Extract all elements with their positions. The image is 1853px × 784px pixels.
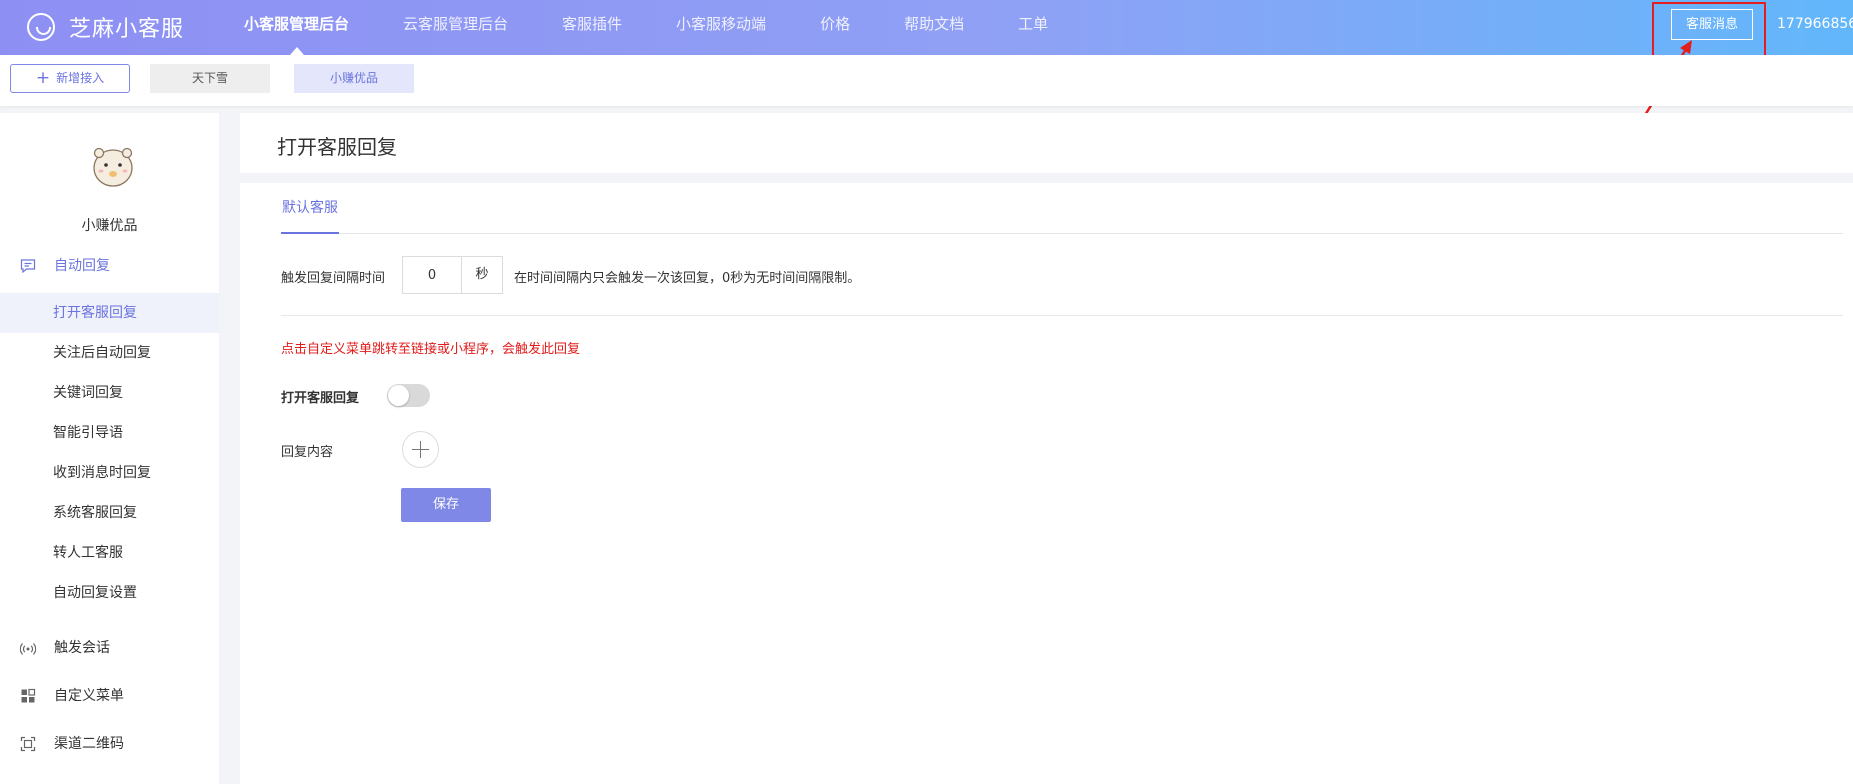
account-tab-tianxiaxue[interactable]: 天下雪: [150, 64, 270, 93]
qrcode-scan-icon: [20, 736, 36, 752]
sidebar-item-follow-reply[interactable]: 关注后自动回复: [0, 333, 219, 373]
chat-icon: [20, 259, 36, 274]
sidebar-item-message-reply[interactable]: 收到消息时回复: [0, 453, 219, 493]
hamster-avatar-icon: [93, 147, 133, 187]
page-header: 打开客服回复: [240, 113, 1853, 173]
page-title: 打开客服回复: [277, 135, 397, 159]
sidebar-item-reply-settings[interactable]: 自动回复设置: [0, 573, 219, 613]
warning-text: 点击自定义菜单跳转至链接或小程序，会触发此回复: [281, 342, 581, 357]
nav-item-mobile[interactable]: 小客服移动端: [649, 0, 793, 55]
nav-item-plugin[interactable]: 客服插件: [535, 0, 649, 55]
toggle-knob: [388, 385, 409, 406]
top-nav: 芝麻小客服 小客服管理后台 云客服管理后台 客服插件 小客服移动端 价格 帮助文…: [0, 0, 1853, 55]
signal-icon: [20, 643, 36, 655]
sidebar-item-open-reply[interactable]: 打开客服回复: [0, 293, 219, 333]
add-access-button[interactable]: + 新增接入: [10, 64, 130, 93]
sidebar-group-trigger-session[interactable]: 触发会话: [0, 628, 219, 668]
nav-item-price[interactable]: 价格: [793, 0, 877, 55]
interval-unit: 秒: [475, 267, 489, 282]
account-tab-xiaozhuan[interactable]: 小赚优品: [294, 64, 414, 93]
save-button[interactable]: 保存: [401, 488, 491, 522]
nav-item-ticket[interactable]: 工单: [991, 0, 1075, 55]
sidebar-group-label: 自动回复: [54, 258, 110, 274]
sidebar-item-transfer-human[interactable]: 转人工客服: [0, 533, 219, 573]
interval-input[interactable]: [403, 257, 462, 293]
sidebar-group-label: 触发会话: [54, 640, 110, 656]
brand-name: 芝麻小客服: [69, 17, 185, 42]
sidebar-item-keyword-reply[interactable]: 关键词回复: [0, 373, 219, 413]
grid-icon: [21, 688, 36, 703]
add-reply-button[interactable]: [402, 431, 439, 468]
user-phone[interactable]: 1779668568: [1777, 16, 1853, 32]
smile-circle-icon: [27, 13, 55, 41]
brand[interactable]: 芝麻小客服: [27, 10, 184, 44]
nav-item-admin[interactable]: 小客服管理后台: [217, 0, 376, 55]
interval-field: 秒: [402, 256, 503, 294]
sidebar-group-custom-menu[interactable]: 自定义菜单: [0, 676, 219, 716]
sidebar-group-label: 渠道二维码: [54, 736, 124, 752]
sidebar-group-auto-reply[interactable]: 自动回复: [0, 246, 219, 286]
main-nav: 小客服管理后台 云客服管理后台 客服插件 小客服移动端 价格 帮助文档 工单: [217, 0, 1075, 55]
sidebar-item-smart-guide[interactable]: 智能引导语: [0, 413, 219, 453]
settings-panel: 默认客服 触发回复间隔时间 秒 在时间间隔内只会触发一次该回复，0秒为无时间间隔…: [240, 183, 1853, 784]
toggle-label: 打开客服回复: [281, 391, 360, 406]
tab-default-service[interactable]: 默认客服: [281, 197, 339, 234]
sidebar: 小赚优品 自动回复 打开客服回复 关注后自动回复 关键词回复 智能引导语 收到消…: [0, 113, 219, 784]
open-reply-toggle[interactable]: [387, 384, 430, 407]
shop-name: 小赚优品: [81, 218, 138, 234]
divider: [281, 315, 1843, 316]
plus-icon: +: [35, 68, 51, 88]
reply-content-label: 回复内容: [281, 445, 334, 460]
sidebar-group-channel-qrcode[interactable]: 渠道二维码: [0, 724, 219, 764]
interval-label: 触发回复间隔时间: [281, 271, 386, 286]
sidebar-group-label: 自定义菜单: [54, 688, 124, 704]
account-bar: + 新增接入 天下雪 小赚优品: [0, 55, 1853, 106]
interval-hint: 在时间间隔内只会触发一次该回复，0秒为无时间间隔限制。: [514, 271, 861, 286]
sidebar-item-system-reply[interactable]: 系统客服回复: [0, 493, 219, 533]
add-access-label: 新增接入: [56, 71, 105, 85]
tab-bar: 默认客服: [281, 183, 1843, 234]
nav-item-cloud-admin[interactable]: 云客服管理后台: [376, 0, 535, 55]
nav-item-help-docs[interactable]: 帮助文档: [877, 0, 991, 55]
